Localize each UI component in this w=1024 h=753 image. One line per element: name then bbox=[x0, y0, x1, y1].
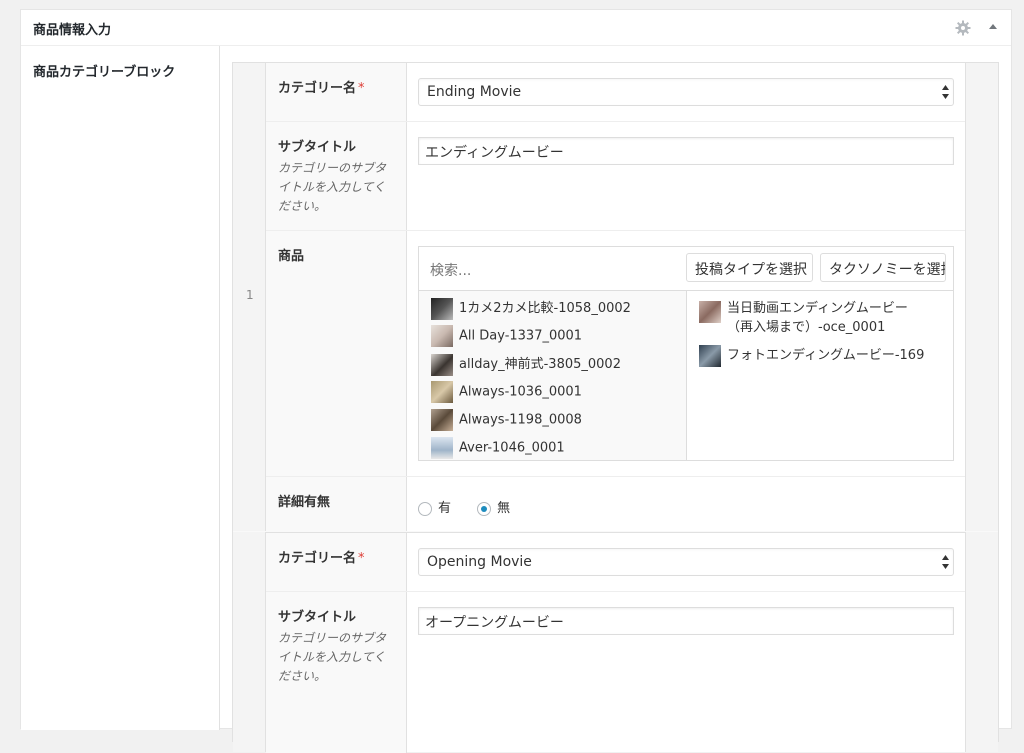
thumbnail-image bbox=[431, 437, 453, 459]
subtitle-label-cell: サブタイトル カテゴリーのサブタイトルを入力してください。 bbox=[266, 592, 407, 753]
subtitle-label: サブタイトル bbox=[278, 140, 357, 155]
metabox-title: 商品情報入力 bbox=[33, 23, 112, 38]
taxonomy-select[interactable]: タクソノミーを選択 bbox=[820, 253, 946, 282]
radio-no-label: 無 bbox=[497, 501, 511, 516]
repeater-table: 1 カテゴリー名 * Ending Movie サブタイトル カテゴリーのサブタ… bbox=[232, 62, 999, 753]
category-select-value: Ending Movie bbox=[427, 84, 522, 100]
radio-yes-option[interactable]: 有 bbox=[418, 501, 455, 516]
row-actions[interactable] bbox=[965, 63, 998, 531]
thumbnail-image bbox=[431, 409, 453, 431]
select-arrows-icon bbox=[942, 85, 949, 99]
category-select[interactable]: Ending Movie bbox=[418, 78, 954, 106]
subtitle-description: カテゴリーのサブタイトルを入力してください。 bbox=[278, 161, 387, 213]
choice-item[interactable]: Always-1198_0008 bbox=[431, 409, 582, 431]
products-label: 商品 bbox=[278, 249, 305, 264]
row-actions[interactable] bbox=[965, 532, 998, 752]
radio-no-option[interactable]: 無 bbox=[477, 501, 510, 516]
thumbnail-image bbox=[431, 325, 453, 347]
subtitle-label-cell: サブタイトル カテゴリーのサブタイトルを入力してください。 bbox=[266, 122, 407, 230]
radio-no[interactable] bbox=[477, 501, 492, 516]
relationship-filters: 検索... 投稿タイプを選択 タクソノミーを選択 bbox=[419, 247, 953, 291]
required-mark: * bbox=[358, 81, 365, 96]
radio-yes[interactable] bbox=[418, 501, 432, 516]
choice-label: Always-1198_0008 bbox=[459, 412, 582, 428]
selected-item[interactable]: フォトエンディングムービー-169 bbox=[699, 344, 924, 367]
choice-item[interactable]: 1カメ2カメ比較-1058_0002 bbox=[431, 297, 631, 320]
taxonomy-select-value: タクソノミーを選択 bbox=[829, 262, 946, 278]
relationship-search-input[interactable]: 検索... bbox=[430, 260, 471, 280]
products-subfield: 商品 検索... 投稿タイプを選択 タクソノミーを選択 1カメ2カメ比較-105… bbox=[266, 231, 966, 477]
relationship-choices[interactable]: 1カメ2カメ比較-1058_0002 All Day-1337_0001 all… bbox=[419, 291, 687, 460]
relationship-field: 検索... 投稿タイプを選択 タクソノミーを選択 1カメ2カメ比較-1058_0… bbox=[418, 246, 954, 461]
category-label-cell: カテゴリー名 * bbox=[266, 63, 407, 121]
relationship-selected: 当日動画エンディングムービー（再入場まで）-oce_0001 フォトエンディング… bbox=[687, 291, 953, 460]
category-select[interactable]: Opening Movie bbox=[418, 548, 954, 576]
field-label-column: 商品カテゴリーブロック bbox=[21, 46, 220, 730]
gear-icon[interactable] bbox=[955, 20, 971, 36]
triangle-up-icon[interactable] bbox=[987, 21, 999, 33]
metabox-header[interactable]: 商品情報入力 bbox=[21, 10, 1011, 46]
detail-label-cell: 詳細有無 bbox=[266, 477, 407, 531]
choice-label: Aver-1046_0001 bbox=[459, 440, 565, 456]
subtitle-input[interactable]: オープニングムービー bbox=[418, 607, 954, 635]
selected-label: フォトエンディングムービー-169 bbox=[727, 348, 925, 363]
products-input-cell: 検索... 投稿タイプを選択 タクソノミーを選択 1カメ2カメ比較-1058_0… bbox=[418, 231, 954, 477]
field-label: 商品カテゴリーブロック bbox=[33, 65, 176, 80]
thumbnail-image bbox=[431, 297, 453, 320]
repeater-row: カテゴリー名 * Ending Movie サブタイトル カテゴリーのサブタイト… bbox=[266, 63, 966, 531]
row-number: 1 bbox=[246, 288, 254, 302]
repeater-row: カテゴリー名 * Opening Movie サブタイトル カテゴリーのサブタイト bbox=[266, 532, 966, 753]
choice-label: Always-1036_0001 bbox=[459, 384, 582, 400]
subtitle-subfield: サブタイトル カテゴリーのサブタイトルを入力してください。 オープニングムービー bbox=[266, 592, 966, 753]
subtitle-description: カテゴリーのサブタイトルを入力してください。 bbox=[278, 631, 387, 683]
row-handle[interactable]: 1 bbox=[233, 63, 266, 531]
detail-subfield: 詳細有無 有 無 bbox=[266, 477, 966, 531]
detail-label: 詳細有無 bbox=[278, 495, 331, 510]
select-arrows-icon bbox=[942, 555, 949, 569]
row-handle[interactable] bbox=[233, 532, 266, 752]
thumbnail-image bbox=[431, 353, 453, 376]
category-subfield: カテゴリー名 * Ending Movie bbox=[266, 63, 966, 122]
required-mark: * bbox=[358, 551, 365, 566]
products-label-cell: 商品 bbox=[266, 231, 407, 476]
selected-label: 当日動画エンディングムービー（再入場まで）-oce_0001 bbox=[727, 301, 908, 335]
choice-item[interactable]: Aver-1046_0001 bbox=[431, 437, 565, 459]
category-label-cell: カテゴリー名 * bbox=[266, 533, 407, 591]
choice-item[interactable]: Always-1036_0001 bbox=[431, 381, 582, 403]
choice-label: All Day-1337_0001 bbox=[459, 328, 583, 344]
category-label: カテゴリー名 bbox=[278, 81, 357, 96]
radio-yes-label: 有 bbox=[438, 501, 452, 516]
thumbnail-image bbox=[431, 381, 453, 403]
choice-item[interactable]: allday_神前式-3805_0002 bbox=[431, 353, 621, 376]
subtitle-label: サブタイトル bbox=[278, 610, 357, 625]
choice-item[interactable]: All Day-1337_0001 bbox=[431, 325, 582, 347]
thumbnail-image bbox=[699, 301, 721, 323]
detail-input-cell: 有 無 bbox=[418, 497, 954, 516]
category-select-value: Opening Movie bbox=[427, 554, 532, 570]
choice-label: allday_神前式-3805_0002 bbox=[459, 357, 621, 372]
category-subfield: カテゴリー名 * Opening Movie bbox=[266, 533, 966, 592]
subtitle-subfield: サブタイトル カテゴリーのサブタイトルを入力してください。 エンディングムービー bbox=[266, 122, 966, 231]
post-type-select[interactable]: 投稿タイプを選択 bbox=[686, 253, 813, 282]
choice-label: 1カメ2カメ比較-1058_0002 bbox=[459, 301, 631, 316]
category-label: カテゴリー名 bbox=[278, 551, 357, 566]
thumbnail-image bbox=[699, 344, 721, 367]
post-type-select-value: 投稿タイプを選択 bbox=[695, 262, 807, 278]
metabox: 商品情報入力 商品カテゴリーブロック 1 カテゴリー名 * Ending Mov… bbox=[20, 9, 1012, 753]
selected-item[interactable]: 当日動画エンディングムービー（再入場まで）-oce_0001 bbox=[699, 299, 924, 337]
subtitle-input[interactable]: エンディングムービー bbox=[418, 137, 954, 165]
